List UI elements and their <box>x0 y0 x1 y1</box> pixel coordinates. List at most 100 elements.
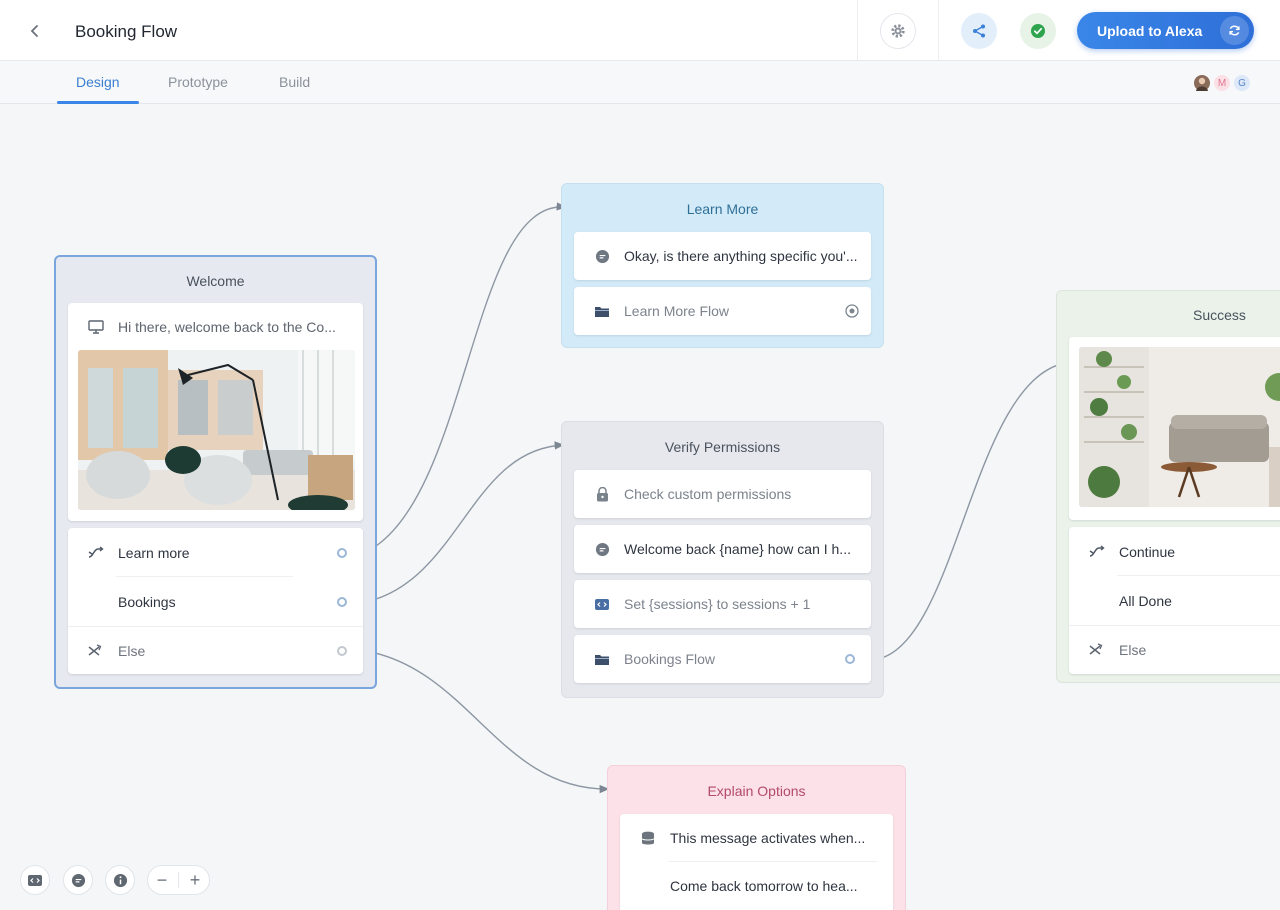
info-button[interactable] <box>105 865 135 895</box>
else-label: Else <box>1119 642 1147 658</box>
back-button[interactable] <box>22 18 48 44</box>
chevron-left-icon <box>30 25 38 37</box>
choice-port[interactable] <box>337 547 347 558</box>
else-row[interactable]: Else <box>1069 625 1280 674</box>
zoom-in-button[interactable]: + <box>183 870 207 891</box>
block-title: Welcome <box>186 273 245 289</box>
choice-label: All Done <box>1119 592 1172 609</box>
speak-step-card[interactable]: Hi there, welcome back to the Co... <box>68 303 363 521</box>
shuffle-icon <box>1089 642 1105 658</box>
choice-label: Bookings <box>118 593 176 610</box>
speak-step[interactable]: Okay, is there anything specific you'... <box>574 232 871 280</box>
check-circle-icon <box>1031 24 1045 38</box>
status-button[interactable] <box>1020 13 1056 49</box>
zoom-control: − + <box>147 865 210 895</box>
else-label: Else <box>118 643 146 659</box>
monitor-icon <box>88 319 104 335</box>
choice-row[interactable]: All Done <box>1069 576 1280 625</box>
else-row[interactable]: Else <box>68 626 363 675</box>
tab-build[interactable]: Build <box>279 74 310 90</box>
speak-text: Come back tomorrow to hea... <box>670 878 858 894</box>
code-view-button[interactable] <box>20 865 50 895</box>
flow-step[interactable]: Learn More Flow <box>574 287 871 335</box>
permissions-label: Check custom permissions <box>624 486 792 502</box>
choice-port[interactable] <box>337 596 347 607</box>
interaction-step-card[interactable]: Learn more Bookings Else <box>68 528 363 674</box>
speak-text: Welcome back {name} how can I h... <box>624 541 851 557</box>
lock-icon <box>594 486 610 502</box>
speak-text: This message activates when... <box>670 830 866 846</box>
speak-text: Hi there, welcome back to the Co... <box>118 319 336 335</box>
code-icon <box>28 874 42 886</box>
user-photo-icon <box>1196 77 1208 91</box>
shuffle-icon <box>1089 544 1105 560</box>
flow-label: Bookings Flow <box>624 651 716 667</box>
speak-text: Okay, is there anything specific you'... <box>624 248 858 264</box>
upload-button[interactable]: Upload to Alexa <box>1077 12 1254 49</box>
chat-icon <box>71 873 85 887</box>
avatar[interactable] <box>1192 73 1212 93</box>
speak-step[interactable]: Come back tomorrow to hea... <box>620 862 893 910</box>
database-icon <box>640 830 656 846</box>
tab-bar: Design Prototype Build M G <box>0 61 1280 104</box>
choice-label: Continue <box>1119 543 1176 560</box>
set-label: Set {sessions} to sessions + 1 <box>624 596 811 612</box>
header-divider <box>938 0 939 60</box>
tab-design[interactable]: Design <box>76 74 120 90</box>
connection-line <box>365 202 567 553</box>
speak-step[interactable]: Welcome back {name} how can I h... <box>574 525 871 573</box>
tab-prototype[interactable]: Prototype <box>168 74 228 90</box>
upload-label: Upload to Alexa <box>1097 22 1203 39</box>
permissions-step[interactable]: Check custom permissions <box>574 470 871 518</box>
chat-icon <box>594 248 610 264</box>
shuffle-icon <box>88 545 104 561</box>
code-icon <box>594 596 610 612</box>
info-icon <box>113 873 127 887</box>
share-button[interactable] <box>961 13 997 49</box>
choice-row[interactable]: Continue <box>1069 527 1280 576</box>
choice-label: Learn more <box>118 544 190 561</box>
flow-step[interactable]: Bookings Flow <box>574 635 871 683</box>
active-tab-indicator <box>57 101 139 104</box>
else-port[interactable] <box>337 646 347 656</box>
block-title: Learn More <box>686 201 759 217</box>
speak-step-card[interactable]: This message activates when... Come back… <box>620 814 893 910</box>
block-verify-permissions[interactable]: Verify Permissions Check custom permissi… <box>561 421 884 698</box>
block-title: Verify Permissions <box>664 439 781 455</box>
sync-icon <box>1229 25 1240 36</box>
folder-icon <box>594 303 610 319</box>
project-title: Booking Flow <box>75 22 178 41</box>
block-welcome[interactable]: Welcome Hi there, welcome back to the Co… <box>54 255 377 689</box>
avatar[interactable]: G <box>1232 73 1252 93</box>
avatar[interactable]: M <box>1212 73 1232 93</box>
flow-port[interactable] <box>845 654 855 664</box>
connection-line <box>365 441 565 603</box>
flow-label: Learn More Flow <box>624 303 730 319</box>
living-room-image <box>78 350 355 510</box>
chat-icon <box>594 541 610 557</box>
sync-button[interactable] <box>1220 16 1249 45</box>
block-explain-options[interactable]: Explain Options This message activates w… <box>607 765 906 910</box>
choice-row[interactable]: Learn more <box>68 528 363 577</box>
zoom-out-button[interactable]: − <box>150 870 174 891</box>
image-step-card[interactable] <box>1069 337 1280 520</box>
header-divider <box>857 0 858 60</box>
set-step[interactable]: Set {sessions} to sessions + 1 <box>574 580 871 628</box>
speak-step[interactable]: Hi there, welcome back to the Co... <box>68 303 363 351</box>
living-room-image <box>1079 347 1280 507</box>
block-learn-more[interactable]: Learn More Okay, is there anything speci… <box>561 183 884 348</box>
speak-step[interactable]: This message activates when... <box>620 814 893 862</box>
top-bar: Booking Flow Upload to Alexa <box>0 0 1280 61</box>
block-title: Success <box>1193 307 1246 323</box>
block-success[interactable]: Success Continue All Done Else <box>1056 290 1280 683</box>
settings-button[interactable] <box>880 13 916 49</box>
comments-button[interactable] <box>63 865 93 895</box>
block-title: Explain Options <box>707 783 806 799</box>
folder-icon <box>594 651 610 667</box>
zoom-divider <box>178 872 179 888</box>
shuffle-icon <box>88 643 104 659</box>
gear-icon <box>891 24 905 38</box>
choice-row[interactable]: Bookings <box>68 577 363 626</box>
interaction-step-card[interactable]: Continue All Done Else <box>1069 527 1280 674</box>
target-icon[interactable] <box>845 304 859 321</box>
